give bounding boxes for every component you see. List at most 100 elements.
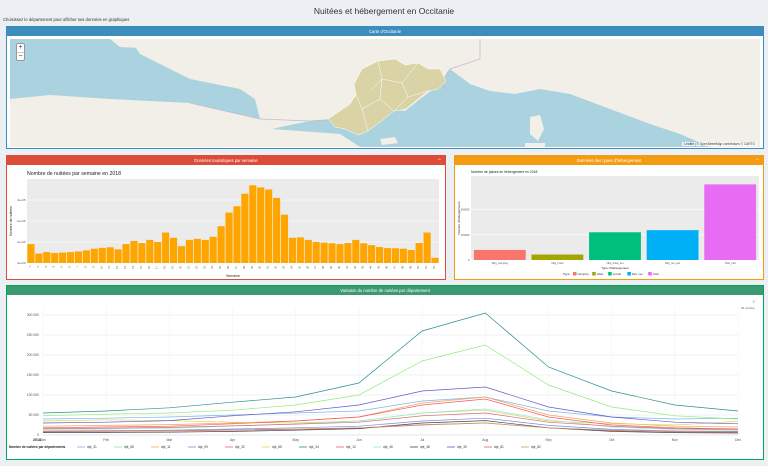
x-tick-label: Nbg_camping — [492, 261, 509, 265]
bar — [352, 239, 360, 263]
y-axis-label: Nombre de nuitées — [9, 206, 13, 236]
bar — [328, 243, 336, 263]
bar — [98, 247, 106, 263]
x-tick-label: 19 — [171, 265, 175, 268]
legend-swatch — [608, 272, 612, 276]
x-tick-label: Nbg_res_sec — [665, 261, 681, 265]
bar — [241, 193, 249, 263]
x-tick-label: May — [293, 438, 300, 442]
bar — [154, 242, 162, 263]
minimize-button[interactable]: − — [437, 156, 441, 165]
weekly-panel-header: Données touristiques par semaine − — [7, 156, 445, 165]
x-tick-label: 35 — [297, 265, 301, 268]
legend-item: dpt_81 — [494, 445, 504, 449]
x-tick-label: 22 — [194, 265, 198, 268]
leaflet-map[interactable]: + − Leaflet | © OpenStreetMap contributo… — [10, 39, 760, 147]
series-line — [42, 396, 739, 420]
bar — [383, 248, 392, 263]
bar — [106, 247, 114, 263]
x-tick-label: 25 — [218, 265, 222, 268]
y-tick-label: 200 000 — [27, 353, 39, 357]
bar — [82, 250, 90, 263]
bar — [170, 237, 178, 263]
page-title: Nuitées et hébergement en Occitanie — [313, 6, 455, 16]
year-label: 2018 — [33, 438, 41, 442]
bar — [209, 236, 217, 263]
x-tick-label: Dec — [735, 438, 741, 442]
map-attribution[interactable]: Leaflet | © OpenStreetMap contributors ©… — [682, 142, 757, 146]
legend-swatch — [573, 272, 577, 276]
hebergement-panel: Données des types d'hébergement − Nombre… — [454, 155, 764, 280]
x-tick-label: 13 — [123, 265, 127, 268]
x-tick-label: Totel_heb — [725, 261, 737, 265]
legend-label: Rés. sec — [632, 272, 643, 276]
bar — [138, 243, 146, 263]
x-tick-label: 28 — [242, 265, 246, 268]
x-tick-label: 4 — [52, 265, 56, 267]
x-tick-label: 50 — [416, 265, 420, 268]
bar — [296, 237, 304, 263]
bar — [122, 244, 130, 263]
x-tick-label: 44 — [369, 265, 373, 268]
x-tick-label: Sep — [545, 438, 551, 442]
x-tick-label: 2 — [36, 265, 40, 267]
x-tick-label: 3 — [44, 265, 48, 267]
y-tick-label: 300000 — [461, 233, 470, 237]
bar — [320, 242, 328, 263]
bar — [704, 184, 757, 260]
y-tick-label: 0 — [468, 258, 470, 262]
bar — [280, 214, 289, 263]
bar — [114, 249, 122, 263]
bar — [344, 243, 352, 263]
zoom-control: + − — [16, 43, 25, 61]
y-tick-label: 1e+05 — [17, 240, 26, 244]
x-tick-label: Nov — [672, 438, 678, 442]
legend-item: dpt_82 — [531, 445, 541, 449]
bar — [415, 243, 423, 263]
y-tick-label: 0e+00 — [17, 261, 26, 265]
y-tick-label: 100 000 — [27, 393, 39, 397]
x-tick-label: 21 — [186, 265, 190, 268]
zoom-out-button[interactable]: − — [17, 52, 24, 60]
legend-item: dpt_09 — [198, 445, 208, 449]
bar — [360, 243, 368, 263]
x-tick-label: 49 — [408, 265, 412, 268]
x-tick-label: 24 — [210, 265, 214, 268]
minimize-button[interactable]: − — [755, 156, 759, 165]
department-line-chart[interactable]: ≡ 25 octobre 0 50 000 100 000 150 000 200 000 2… — [7, 295, 763, 459]
x-tick-label: 42 — [353, 265, 357, 268]
weekly-panel-title: Données touristiques par semaine — [194, 158, 258, 163]
land-balearic — [380, 137, 398, 145]
bar — [59, 252, 67, 263]
department-panel: Variation du nombre de nuitées par dépar… — [6, 285, 764, 460]
x-tick-label: 8 — [83, 265, 87, 267]
x-tick-label: Nbg_hotel — [551, 261, 563, 265]
chart-title: Nombre de places en hébergement en 2018 — [471, 170, 537, 174]
bar — [217, 226, 225, 263]
bar — [646, 230, 699, 260]
x-tick-label: 26 — [226, 265, 230, 268]
bar — [257, 187, 265, 263]
y-tick-label: 300 000 — [27, 313, 39, 317]
bar — [399, 248, 407, 263]
bar — [130, 240, 138, 263]
x-tick-label: 29 — [250, 265, 254, 268]
bar — [90, 248, 98, 263]
bar — [201, 239, 209, 263]
x-tick-label: Apr — [230, 438, 236, 442]
bar — [233, 206, 241, 263]
bar — [288, 237, 296, 263]
legend-title: Nombre de nuitées par départements — [9, 445, 66, 449]
x-tick-label: 16 — [147, 265, 151, 268]
page-subtitle: Choisissez le département pour afficher … — [3, 17, 130, 22]
series-line — [42, 344, 739, 420]
x-tick-label: 10 — [99, 265, 103, 268]
weekly-panel: Données touristiques par semaine − Nombr… — [6, 155, 446, 280]
x-tick-label: 17 — [155, 265, 159, 268]
land-italy — [450, 39, 760, 147]
legend-swatch — [592, 272, 596, 276]
zoom-in-button[interactable]: + — [17, 44, 24, 52]
x-tick-label: Feb — [103, 438, 109, 442]
x-tick-label: 36 — [305, 265, 309, 268]
department-panel-title: Variation du nombre de nuitées par dépar… — [340, 288, 430, 293]
